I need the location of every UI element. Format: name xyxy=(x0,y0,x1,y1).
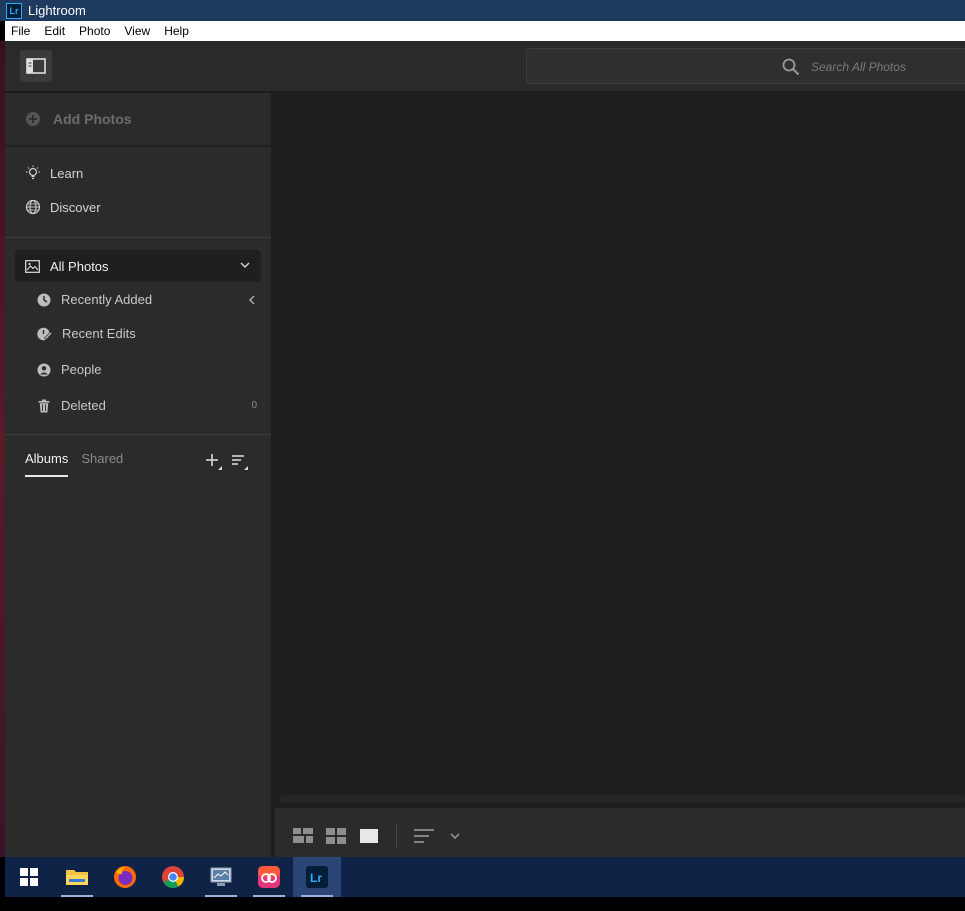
sidebar-item-deleted[interactable]: Deleted 0 xyxy=(37,398,257,413)
taskbar-creative-cloud[interactable] xyxy=(245,857,293,897)
bottom-toolbar xyxy=(275,808,965,857)
firefox-icon xyxy=(114,866,136,888)
windows-logo-icon xyxy=(20,868,38,886)
taskbar: Lr xyxy=(5,857,965,897)
person-icon xyxy=(37,363,51,376)
taskbar-file-explorer[interactable] xyxy=(53,857,101,897)
trash-icon xyxy=(38,399,50,412)
sidebar-item-recent-edits[interactable]: Recent Edits xyxy=(37,326,257,341)
plus-circle-icon xyxy=(26,112,40,126)
top-bar: Search All Photos xyxy=(5,41,965,92)
taskbar-lightroom[interactable]: Lr xyxy=(293,857,341,897)
tab-albums[interactable]: Albums xyxy=(25,451,69,477)
chevron-down-icon[interactable] xyxy=(449,830,461,842)
add-album-icon[interactable] xyxy=(205,453,223,471)
menu-view[interactable]: View xyxy=(124,24,150,38)
album-actions xyxy=(205,453,249,471)
chevron-down-icon[interactable] xyxy=(239,259,251,271)
tab-shared[interactable]: Shared xyxy=(81,451,123,477)
clock-icon xyxy=(37,293,51,306)
square-grid-view-icon[interactable] xyxy=(293,828,313,844)
sidebar-item-people[interactable]: People xyxy=(37,362,257,377)
sidebar-item-label: Learn xyxy=(50,165,84,181)
sidebar-item-learn[interactable]: Learn xyxy=(25,165,83,181)
search-icon xyxy=(782,58,800,76)
menu-photo[interactable]: Photo xyxy=(79,24,110,38)
divider xyxy=(5,434,271,435)
horizontal-scrollbar[interactable] xyxy=(280,795,965,803)
screen-bottom-edge xyxy=(0,897,965,911)
lightbulb-icon xyxy=(26,165,40,180)
globe-icon xyxy=(25,199,41,215)
chrome-icon xyxy=(162,866,184,888)
sidebar-item-label: Deleted xyxy=(61,398,106,413)
toolbar-separator xyxy=(396,824,397,848)
detail-view-icon[interactable] xyxy=(359,828,379,844)
taskbar-firefox[interactable] xyxy=(101,857,149,897)
photo-grid-view-icon[interactable] xyxy=(326,828,346,844)
sidebar-item-recently-added[interactable]: Recently Added xyxy=(37,292,257,307)
lightroom-icon: Lr xyxy=(306,866,328,888)
all-photos-label: All Photos xyxy=(50,258,109,274)
menu-help[interactable]: Help xyxy=(164,24,189,38)
sidebar-item-label: Recent Edits xyxy=(62,326,136,341)
taskbar-chrome[interactable] xyxy=(149,857,197,897)
menu-file[interactable]: File xyxy=(11,24,30,38)
lightroom-logo-icon: Lr xyxy=(6,2,22,19)
divider xyxy=(5,237,271,238)
folder-icon xyxy=(66,870,88,885)
window-title: Lightroom xyxy=(28,3,86,18)
window-titlebar[interactable]: Lr Lightroom xyxy=(0,0,965,21)
sidebar-panel-icon xyxy=(26,58,46,74)
album-tabs: Albums Shared xyxy=(25,451,136,477)
menu-bar: File Edit Photo View Help xyxy=(5,21,965,41)
sort-albums-icon[interactable] xyxy=(231,453,249,471)
sort-lines-icon[interactable] xyxy=(414,828,436,844)
sidebar-item-label: Recently Added xyxy=(61,292,153,307)
sidebar-item-all-photos[interactable]: All Photos xyxy=(15,250,261,282)
add-photos-label: Add Photos xyxy=(53,111,132,127)
taskbar-network-monitor[interactable] xyxy=(197,857,245,897)
lightroom-icon-text: Lr xyxy=(310,871,322,885)
panel-toggle-button[interactable] xyxy=(20,50,52,82)
lightroom-app: Search All Photos Add Photos Learn Disco… xyxy=(5,41,965,857)
deleted-count: 0 xyxy=(251,400,257,411)
search-box[interactable]: Search All Photos xyxy=(526,48,965,84)
chevron-left-icon[interactable] xyxy=(247,294,257,306)
sidebar-item-discover[interactable]: Discover xyxy=(25,199,101,215)
photo-icon xyxy=(25,259,40,273)
creative-cloud-icon xyxy=(258,866,280,888)
windows-start-button[interactable] xyxy=(5,857,53,897)
network-monitor-icon xyxy=(210,867,232,886)
menu-edit[interactable]: Edit xyxy=(44,24,65,38)
edit-clock-icon xyxy=(37,327,52,340)
sidebar-item-label: People xyxy=(61,362,102,377)
sidebar-item-label: Discover xyxy=(50,199,101,215)
search-input[interactable]: Search All Photos xyxy=(811,60,906,74)
add-photos-button[interactable]: Add Photos xyxy=(5,93,271,147)
sidebar: Add Photos Learn Discover All Photos Rec… xyxy=(5,93,271,857)
